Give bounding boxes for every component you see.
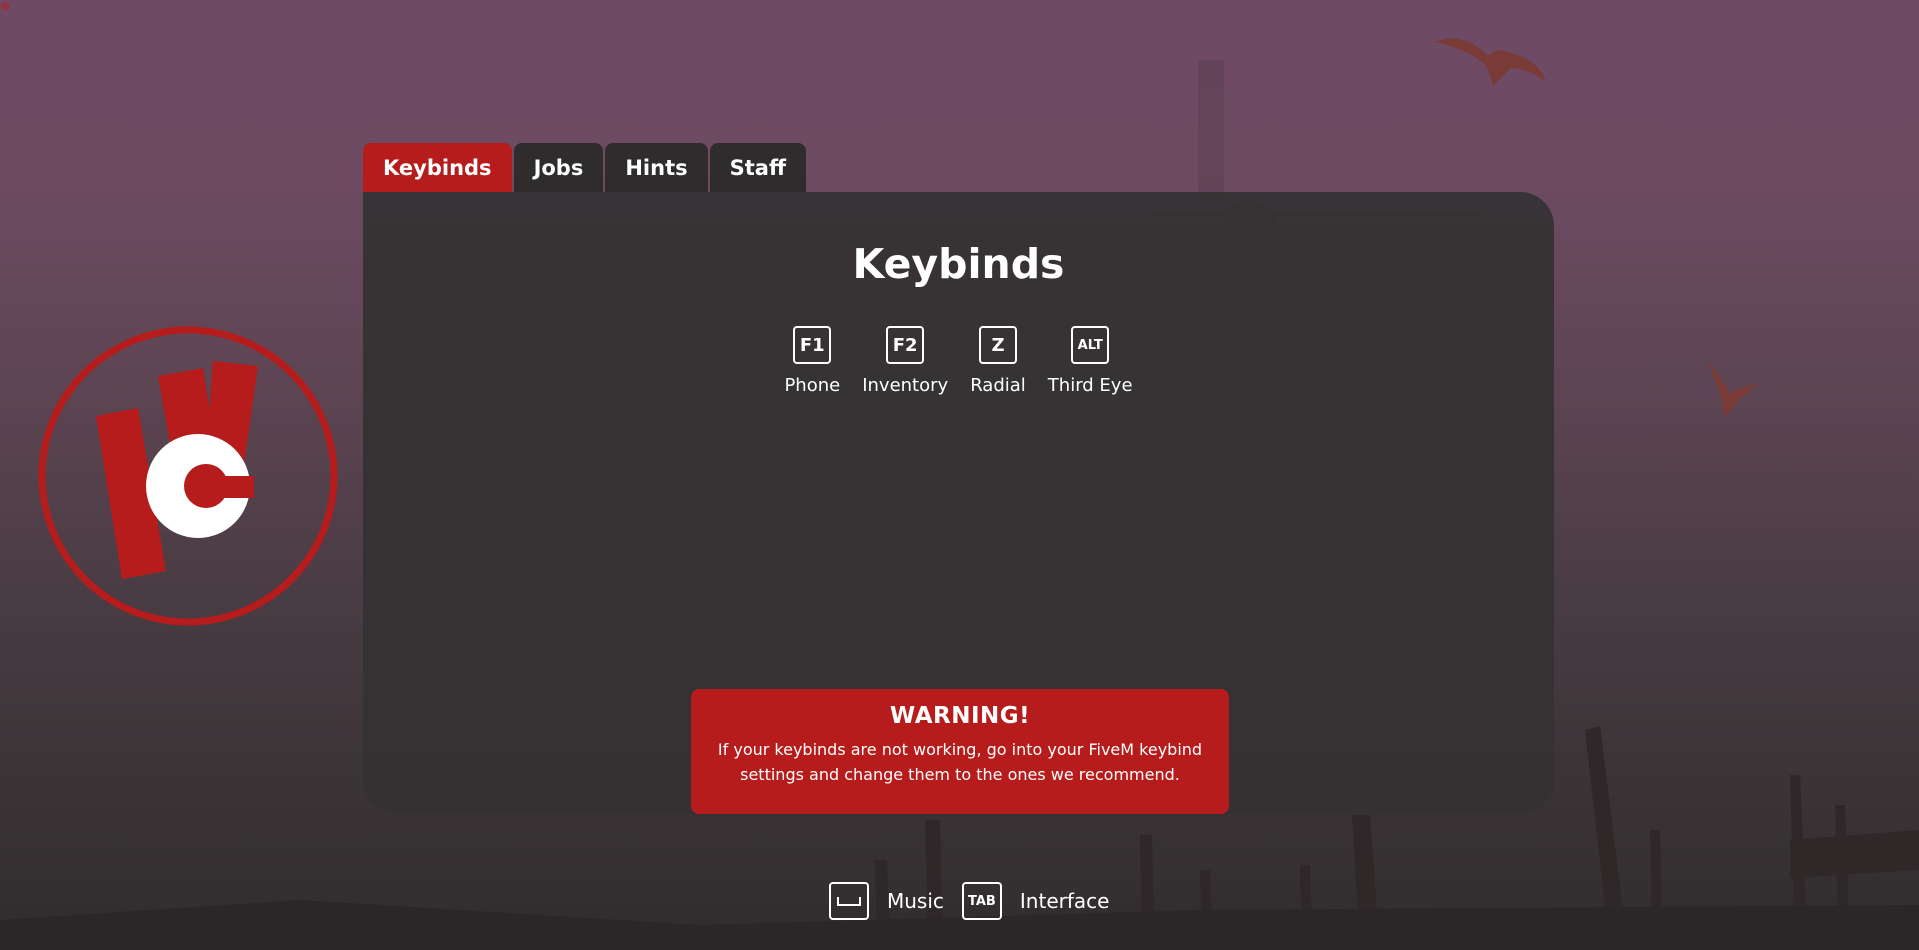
keybind-label: Phone: [784, 375, 841, 396]
keybinds-panel: Keybinds F1 Phone F2 Inventory Z Radial …: [363, 192, 1554, 814]
keycap-f1: F1: [793, 326, 832, 364]
keybind-label: Third Eye: [1047, 375, 1133, 396]
keybind-list: F1 Phone F2 Inventory Z Radial ALT Third…: [363, 326, 1554, 396]
tab-staff[interactable]: Staff: [709, 143, 806, 192]
warning-box: WARNING! If your keybinds are not workin…: [691, 689, 1229, 814]
spacebar-key-icon[interactable]: [829, 882, 869, 920]
tab-key-icon[interactable]: TAB: [961, 882, 1002, 920]
keybind-item: F1 Phone: [784, 326, 840, 396]
seagull-icon: [1708, 362, 1758, 416]
keycap-f2: F2: [886, 326, 925, 364]
wc-logo-icon: [38, 326, 338, 626]
tab-keybinds[interactable]: Keybinds: [363, 143, 512, 192]
corner-logo-icon: ⊛: [0, 0, 11, 13]
warning-text: If your keybinds are not working, go int…: [717, 740, 1203, 784]
tab-jobs[interactable]: Jobs: [513, 143, 604, 192]
warning-title: WARNING!: [889, 703, 1031, 729]
keycap-z: Z: [978, 326, 1017, 364]
interface-label: Interface: [1019, 889, 1110, 913]
keybind-label: Radial: [970, 375, 1026, 396]
keybind-item: ALT Third Eye: [1048, 326, 1133, 396]
tab-hints[interactable]: Hints: [605, 143, 708, 192]
keybind-item: Z Radial: [970, 326, 1026, 396]
music-label: Music: [887, 889, 944, 913]
keybind-label: Inventory: [862, 375, 949, 396]
footer-controls: Music TAB Interface: [829, 882, 1127, 920]
keycap-alt: ALT: [1071, 326, 1110, 364]
keybind-item: F2 Inventory: [862, 326, 948, 396]
tab-bar: Keybinds Jobs Hints Staff: [363, 143, 806, 192]
panel-title: Keybinds: [852, 240, 1065, 288]
